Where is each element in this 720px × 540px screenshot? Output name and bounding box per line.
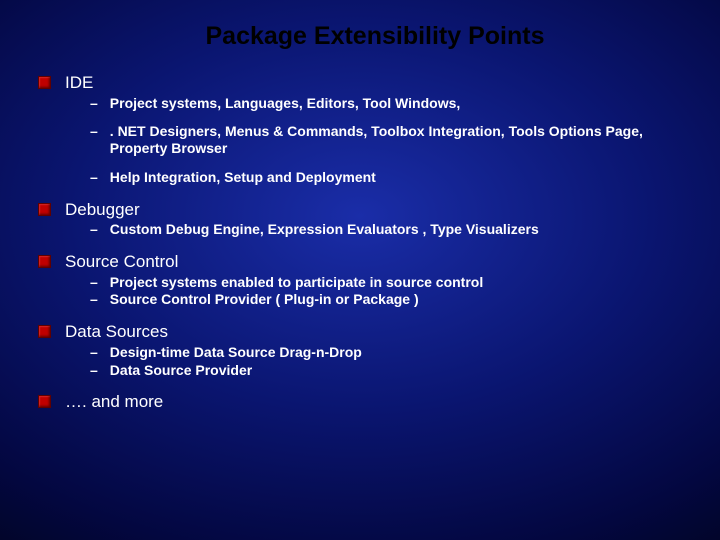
- dash-icon: –: [90, 221, 98, 238]
- section-label: Data Sources: [65, 322, 168, 342]
- slide-container: Package Extensibility Points IDE – Proje…: [0, 0, 720, 540]
- slide-title: Package Extensibility Points: [30, 22, 690, 51]
- sub-list: – Project systems enabled to participate…: [30, 274, 690, 309]
- sub-text: . NET Designers, Menus & Commands, Toolb…: [110, 123, 660, 157]
- sub-text: Source Control Provider ( Plug-in or Pac…: [110, 291, 419, 308]
- section-label: IDE: [65, 73, 93, 93]
- square-bullet-icon: [38, 395, 51, 408]
- section-data-sources: Data Sources – Design-time Data Source D…: [30, 322, 690, 378]
- sub-text: Project systems enabled to participate i…: [110, 274, 483, 291]
- sub-item: – . NET Designers, Menus & Commands, Too…: [90, 123, 660, 157]
- dash-icon: –: [90, 274, 98, 291]
- section-label: …. and more: [65, 392, 163, 412]
- section-label: Debugger: [65, 200, 140, 220]
- dash-icon: –: [90, 169, 98, 186]
- dash-icon: –: [90, 344, 98, 361]
- sub-text: Help Integration, Setup and Deployment: [110, 169, 376, 186]
- list-item: …. and more: [38, 392, 690, 412]
- sub-text: Custom Debug Engine, Expression Evaluato…: [110, 221, 539, 238]
- sub-item: – Project systems, Languages, Editors, T…: [90, 95, 660, 112]
- section-debugger: Debugger – Custom Debug Engine, Expressi…: [30, 200, 690, 238]
- sub-item: – Project systems enabled to participate…: [90, 274, 660, 291]
- sub-list: – Project systems, Languages, Editors, T…: [30, 95, 690, 186]
- section-label: Source Control: [65, 252, 178, 272]
- dash-icon: –: [90, 362, 98, 379]
- list-item: Debugger: [38, 200, 690, 220]
- section-source-control: Source Control – Project systems enabled…: [30, 252, 690, 308]
- square-bullet-icon: [38, 255, 51, 268]
- sub-list: – Custom Debug Engine, Expression Evalua…: [30, 221, 690, 238]
- square-bullet-icon: [38, 76, 51, 89]
- sub-text: Design-time Data Source Drag-n-Drop: [110, 344, 362, 361]
- list-item: Data Sources: [38, 322, 690, 342]
- list-item: IDE: [38, 73, 690, 93]
- dash-icon: –: [90, 123, 98, 140]
- dash-icon: –: [90, 95, 98, 112]
- sub-item: – Help Integration, Setup and Deployment: [90, 169, 660, 186]
- square-bullet-icon: [38, 325, 51, 338]
- list-item: Source Control: [38, 252, 690, 272]
- sub-text: Project systems, Languages, Editors, Too…: [110, 95, 460, 112]
- sub-text: Data Source Provider: [110, 362, 252, 379]
- section-and-more: …. and more: [30, 392, 690, 412]
- sub-list: – Design-time Data Source Drag-n-Drop – …: [30, 344, 690, 379]
- sub-item: – Custom Debug Engine, Expression Evalua…: [90, 221, 660, 238]
- section-ide: IDE – Project systems, Languages, Editor…: [30, 73, 690, 186]
- sub-item: – Source Control Provider ( Plug-in or P…: [90, 291, 660, 308]
- dash-icon: –: [90, 291, 98, 308]
- sub-item: – Data Source Provider: [90, 362, 660, 379]
- square-bullet-icon: [38, 203, 51, 216]
- sub-item: – Design-time Data Source Drag-n-Drop: [90, 344, 660, 361]
